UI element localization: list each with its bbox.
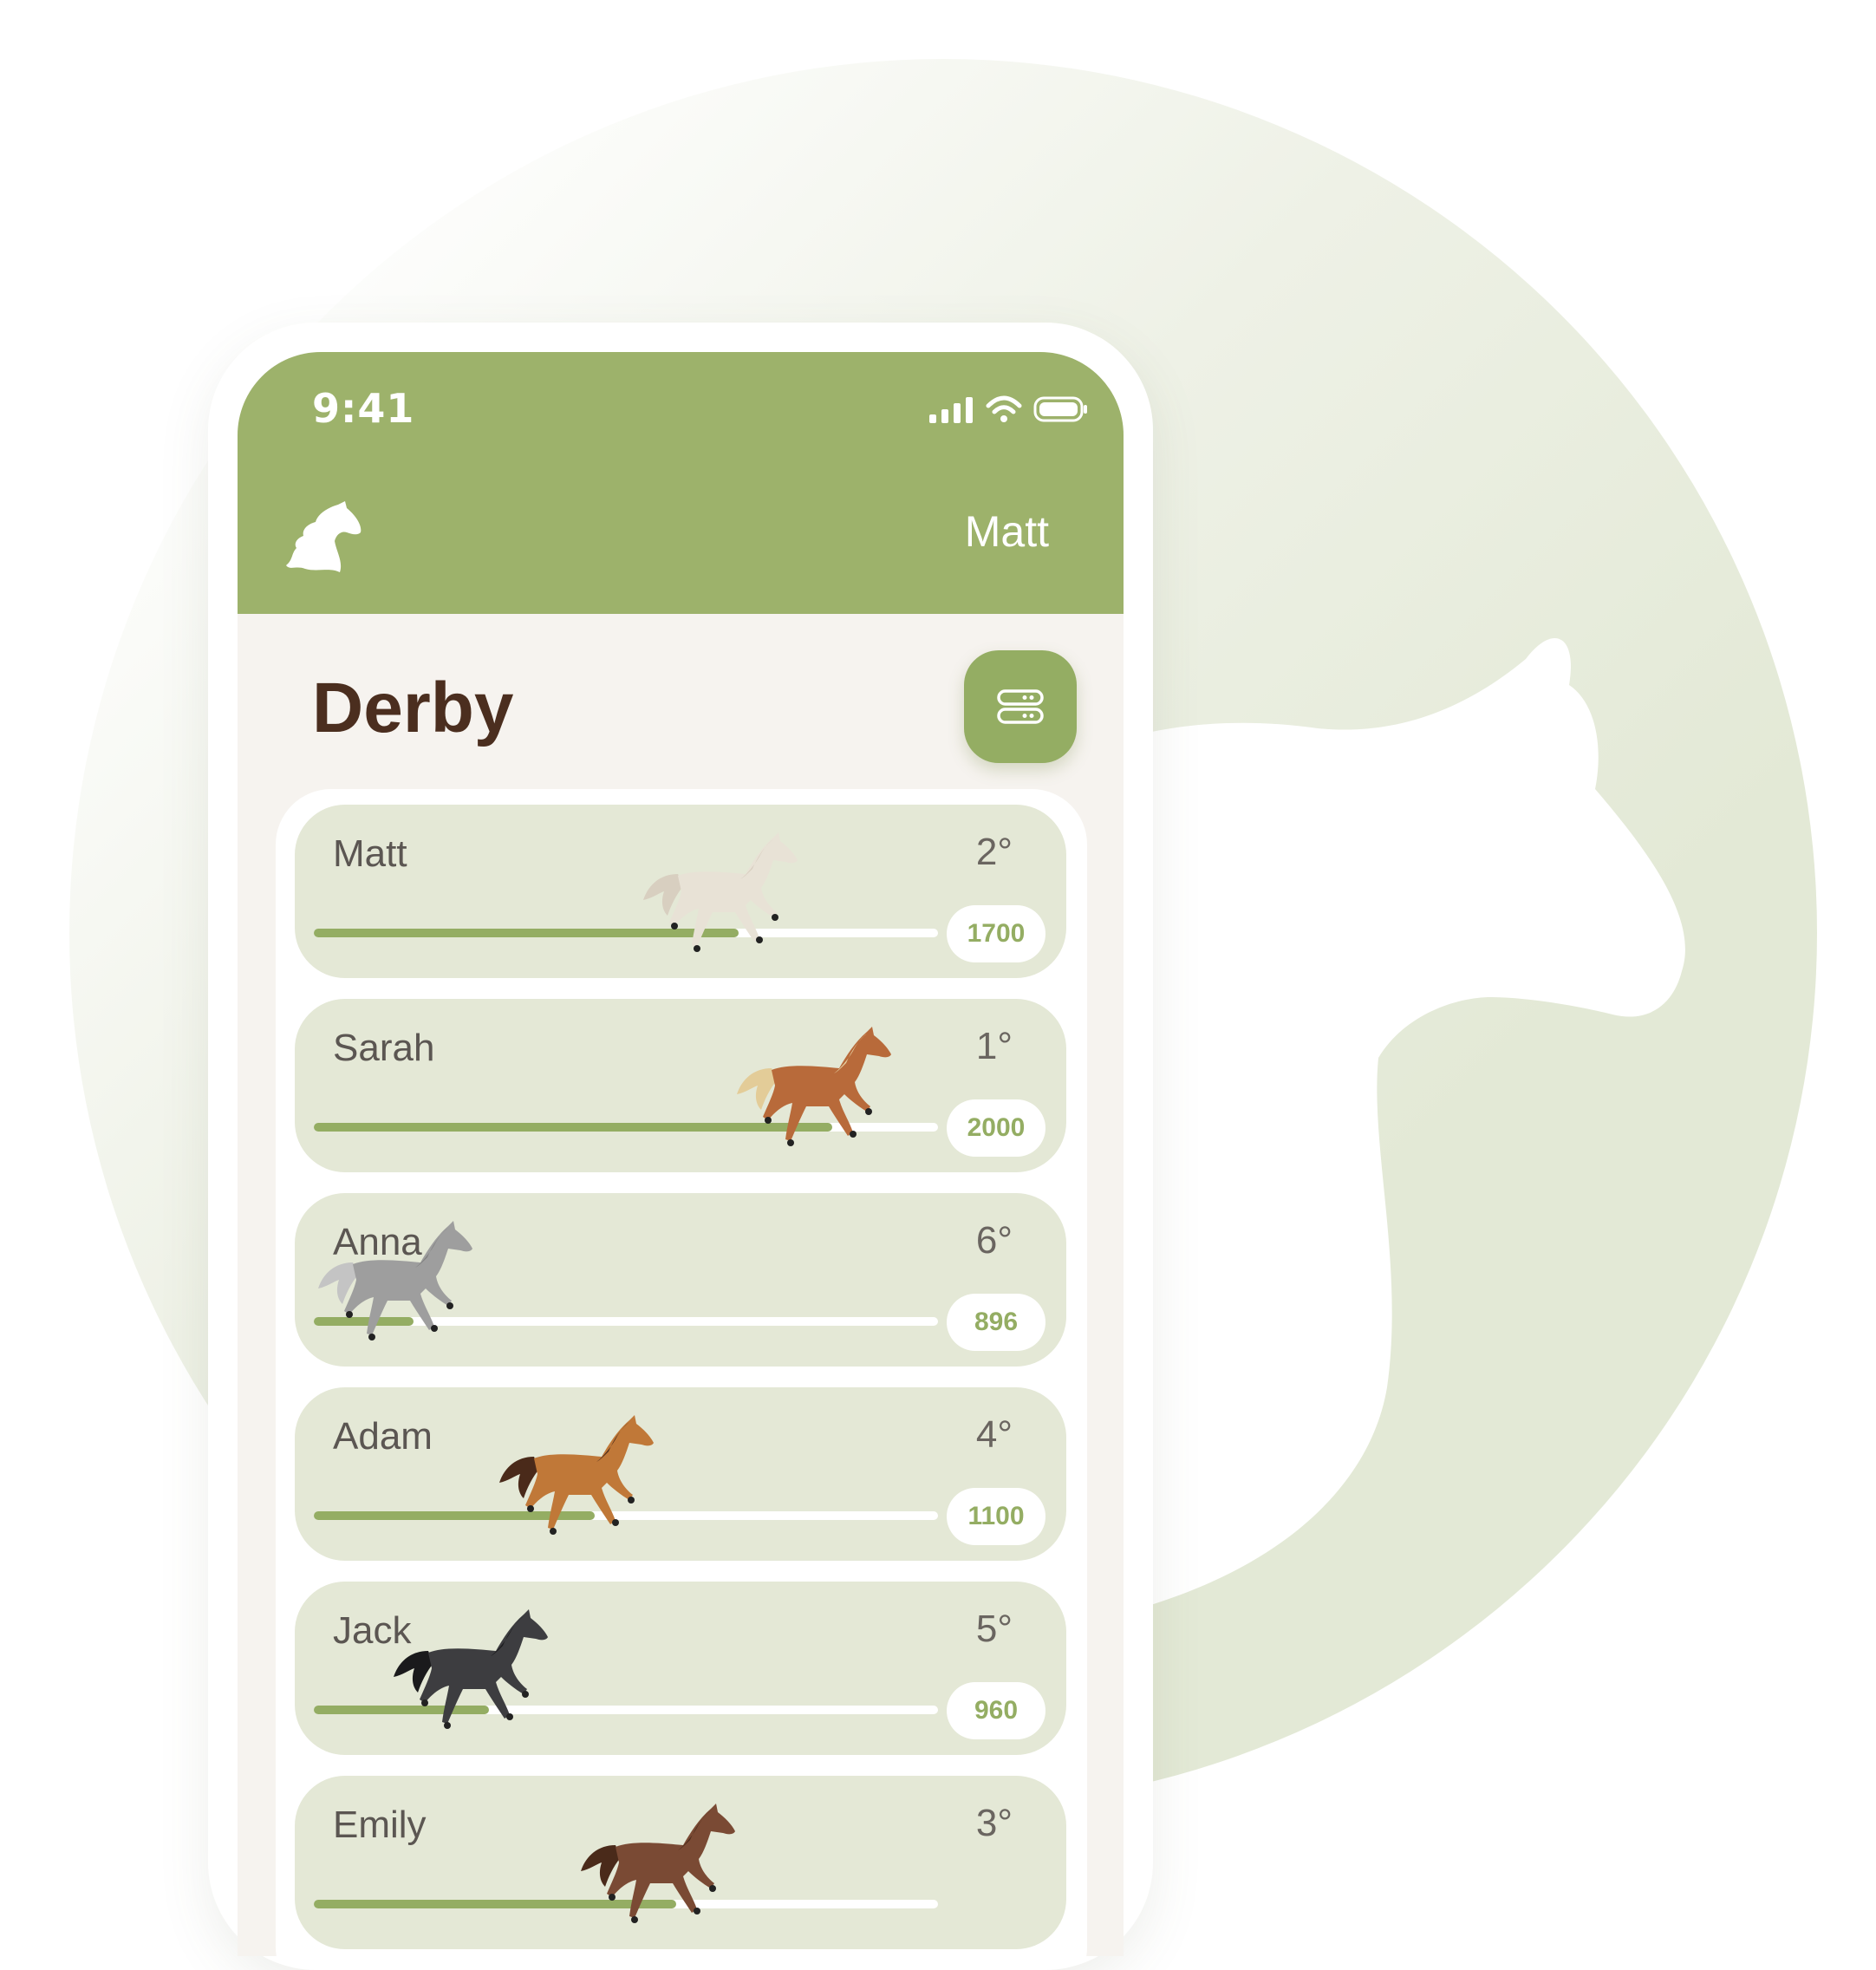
settings-button[interactable] [964, 650, 1077, 763]
racer-rank: 3° [975, 1802, 1013, 1844]
black-horse-icon [394, 1609, 548, 1729]
app-screen: 9:41 Matt Derby Matt 2° 1700 Sarah 1° 20… [238, 352, 1124, 1956]
page-title: Derby [312, 669, 514, 747]
status-icons [929, 395, 1089, 423]
score-badge: 1700 [947, 905, 1045, 962]
phone-frame: 9:41 Matt Derby Matt 2° 1700 Sarah 1° 20… [208, 323, 1153, 1970]
racer-rank: 1° [975, 1025, 1013, 1067]
status-time: 9:41 [312, 385, 415, 432]
white-horse-icon [643, 832, 798, 952]
racer-rank: 5° [975, 1608, 1013, 1650]
score-badge: 960 [947, 1682, 1045, 1739]
bay-horse-icon [499, 1415, 654, 1535]
racer-name: Emily [333, 1804, 427, 1846]
racer-card-sarah[interactable]: Sarah 1° 2000 [295, 999, 1066, 1172]
score-badge: 2000 [947, 1099, 1045, 1157]
racer-card-matt[interactable]: Matt 2° 1700 [295, 805, 1066, 978]
racer-card-jack[interactable]: Jack 5° 960 [295, 1582, 1066, 1755]
paint-horse-icon [581, 1804, 735, 1923]
pinto-horse-icon [737, 1027, 891, 1146]
racer-name: Sarah [333, 1027, 435, 1069]
battery-icon [1033, 396, 1087, 422]
score-badge: 1100 [947, 1488, 1045, 1545]
racers-list: Matt 2° 1700 Sarah 1° 2000 Anna 6° 896 A… [276, 789, 1087, 1956]
toggles-icon [997, 689, 1044, 724]
horse-head-logo-icon[interactable] [286, 499, 364, 574]
racer-card-anna[interactable]: Anna 6° 896 [295, 1193, 1066, 1367]
progress-track [314, 929, 938, 937]
racer-name: Adam [333, 1415, 433, 1458]
racer-rank: 6° [975, 1219, 1013, 1262]
signal-icon [929, 397, 973, 423]
score-badge: 896 [947, 1294, 1045, 1351]
wifi-icon [986, 395, 1022, 422]
racer-rank: 4° [975, 1413, 1013, 1456]
dapple-gray-horse-icon [318, 1221, 472, 1341]
user-name[interactable]: Matt [965, 506, 1049, 557]
racer-card-adam[interactable]: Adam 4° 1100 [295, 1387, 1066, 1561]
racer-rank: 2° [975, 831, 1013, 873]
app-header: 9:41 Matt [238, 352, 1124, 614]
racer-card-emily[interactable]: Emily 3° [295, 1776, 1066, 1949]
racer-name: Matt [333, 832, 407, 875]
